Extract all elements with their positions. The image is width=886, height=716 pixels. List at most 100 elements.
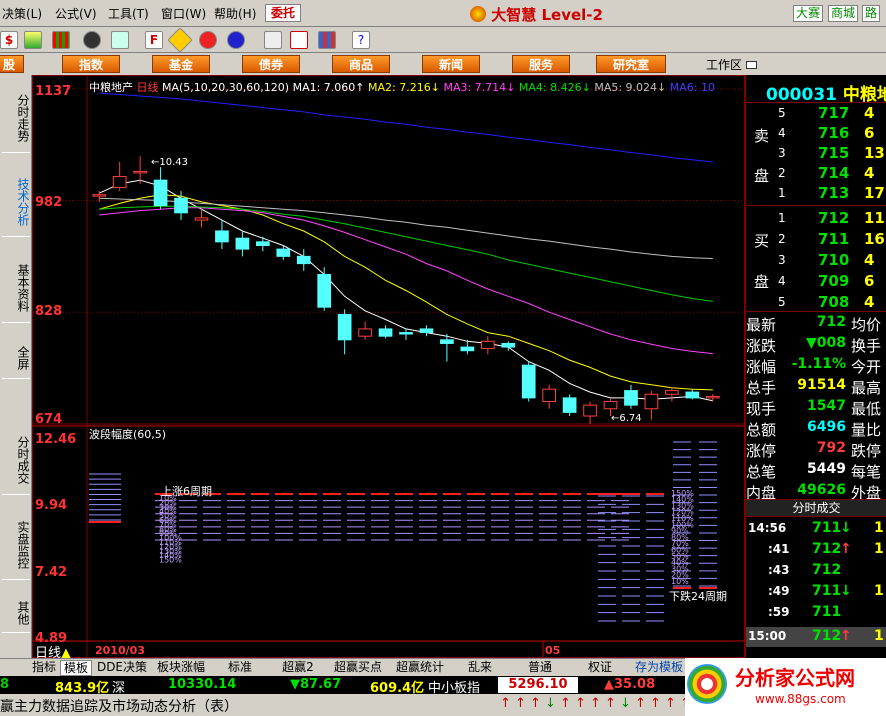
blue-ball-icon[interactable] [227,31,245,49]
stat-value: ▼008 [806,335,846,351]
btab-sector[interactable]: 板块涨幅 [152,660,210,676]
tick-arrow: ↑ [840,628,852,644]
side-tab-intraday[interactable]: 分时走势 [2,83,30,153]
dollar-icon[interactable]: $ [0,31,18,49]
btab-chaoying2[interactable]: 超赢2 [270,660,326,676]
cat-bond[interactable]: 债券 [242,55,300,73]
kline-chart-svg[interactable]: 10%20%30%40%50%60%70%80%90%100%110%120%1… [33,76,744,657]
btab-indicator[interactable]: 指标 [28,660,60,676]
candle-body [399,332,413,335]
tick-price: 711 [812,583,842,599]
candle-body [583,404,597,417]
buy-price: 708 [818,293,850,311]
side-tab-technical[interactable]: 技术分析 [2,167,30,237]
f10-icon[interactable]: F [145,31,163,49]
candle-body [419,328,434,334]
candle-body [644,393,659,410]
kline-chart-panel[interactable]: 10% 20% 30% 40% 50% 60% 70% 80% 90% 100% 110% 120% 1… [32,75,745,661]
books-icon[interactable] [318,31,336,49]
btab-normal[interactable]: 普通 [512,660,568,676]
candle-body [603,401,618,410]
candle-body [92,194,107,197]
window-icon[interactable] [290,31,308,49]
cat-fund[interactable]: 基金 [152,55,210,73]
red-ball-icon[interactable] [199,31,217,49]
menu-decision[interactable]: 决策(L) [2,5,42,22]
lower-y-label-2: 9.94 [35,498,68,513]
stat-value: -1.11% [791,356,846,372]
cat-index[interactable]: 指数 [62,55,120,73]
diamond-icon[interactable] [167,27,193,53]
max-annotation-value: 10.43 [159,157,189,168]
sell-level: 2 [778,166,786,180]
btab-buypoint[interactable]: 超赢买点 [328,660,388,676]
side-tab-fullscreen[interactable]: 全屏 [2,337,30,379]
btab-save-template[interactable]: 存为模板 [632,660,686,676]
btab-standard[interactable]: 标准 [212,660,268,676]
stat-label-2: 均价 [851,316,882,334]
btab-luanlai[interactable]: 乱来 [452,660,508,676]
menubar: 决策(L) 公式(V) 工具(T) 窗口(W) 帮助(H) 委托 大智慧 Lev… [0,0,886,27]
candle-body [378,328,393,337]
candle-body [235,237,250,250]
btab-dde[interactable]: DDE决策 [94,660,150,676]
stat-label-2: 每笔 [851,463,882,481]
workzone-text: 工作区 [706,58,743,72]
mall-button[interactable]: 商城 [828,5,859,22]
cat-commodity[interactable]: 商品 [332,55,390,73]
x-label-1: 2010/03 [95,644,145,657]
entrust-button[interactable]: 委托 [265,4,301,22]
cat-stock[interactable]: 股 [0,55,24,73]
buy-volume: 6 [864,272,875,290]
candle-body [705,395,720,399]
cat-service[interactable]: 服务 [512,55,570,73]
side-tab-other[interactable]: 其他 [2,593,30,633]
contest-button[interactable]: 大赛 [793,5,824,22]
road-button[interactable]: 路 [862,5,881,22]
btab-stats[interactable]: 超赢统计 [390,660,450,676]
index-lead: 8 [0,677,10,692]
flag-icon[interactable] [111,31,129,49]
updown-arrow: ↑ [500,696,511,711]
cat-research[interactable]: 研究室 [596,55,666,73]
notes-icon[interactable] [264,31,282,49]
workzone-label[interactable]: 工作区 [706,56,757,73]
brand-logo: 大智慧 Level-2 [470,4,603,24]
side-tab-fundamental[interactable]: 基本资料 [2,253,30,323]
bars-icon[interactable] [52,31,70,49]
stat-value: 792 [816,440,846,456]
cat-news[interactable]: 新闻 [422,55,480,73]
candle-body [276,248,291,257]
brand-icon [470,6,486,22]
y-label-top: 1137 [35,84,72,99]
stat-label-2: 今开 [851,358,882,376]
buy-level: 5 [778,295,786,309]
side-tabs: 分时走势 技术分析 基本资料 全屏 分时成交 实盘监控 其他 [0,75,32,658]
index-change-smb: ▲35.08 [604,677,656,692]
candle-body [358,328,372,337]
quote-icon[interactable] [24,31,42,49]
btab-warrant[interactable]: 权证 [572,660,628,676]
updown-arrow: ↑ [530,696,541,711]
updown-arrow: ↑ [590,696,601,711]
ma2-value: MA2: 7.216↓ [368,81,440,94]
wave-up-pct: 150% [159,556,182,565]
menu-help[interactable]: 帮助(H) [214,5,256,22]
menu-window[interactable]: 窗口(W) [161,5,206,22]
mail-icon [745,61,757,69]
sell-price: 715 [818,144,850,162]
stat-label: 最新 [746,316,777,334]
btab-template[interactable]: 模板 [60,660,92,676]
tick-arrow: ↓ [840,520,852,536]
ticks-title[interactable]: 分时成交 [746,499,886,517]
stock-name: 中粮地产 [89,81,133,94]
menu-formula[interactable]: 公式(V) [55,5,97,22]
candle-body [174,197,188,214]
buy-level: 1 [778,211,786,225]
menu-tools[interactable]: 工具(T) [108,5,149,22]
help-pointer-icon[interactable]: ? [352,31,370,49]
side-tab-trades[interactable]: 分时成交 [2,425,30,495]
buy-price: 709 [818,272,850,290]
side-tab-monitor[interactable]: 实盘监控 [2,510,30,580]
binocular-icon[interactable] [83,31,101,49]
